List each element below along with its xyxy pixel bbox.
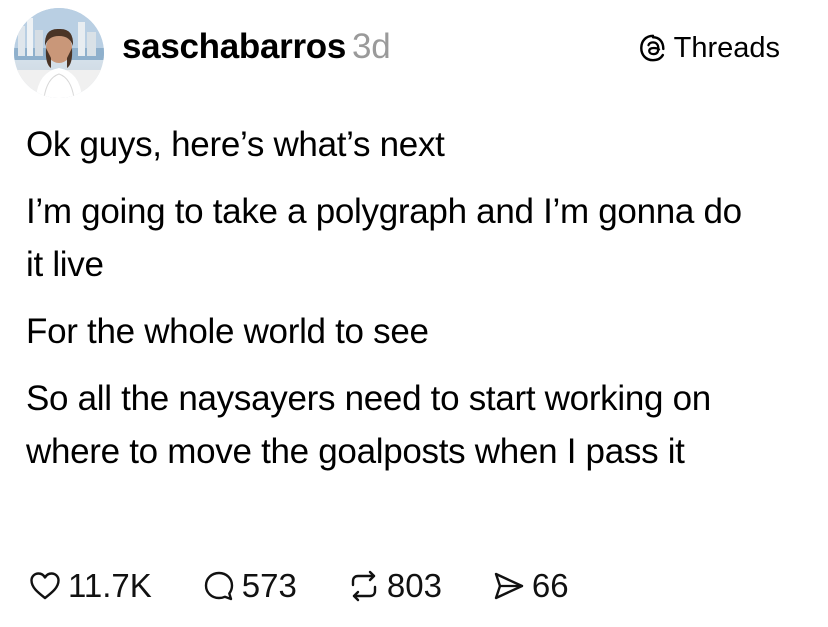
post-paragraph-3: For the whole world to see <box>26 312 429 351</box>
post-paragraph-4: So all the naysayers need to start worki… <box>26 379 711 471</box>
brand-label: Threads <box>673 32 780 64</box>
post-time: 3d <box>352 27 391 66</box>
threads-post-card: saschabarros 3d Threads Ok guys, here’s w… <box>0 0 828 627</box>
username[interactable]: saschabarros <box>122 27 346 66</box>
comment-icon <box>204 571 233 601</box>
send-icon <box>494 572 524 600</box>
repost-icon <box>351 570 377 602</box>
share-button[interactable]: 66 <box>492 564 569 608</box>
post-paragraph-1: Ok guys, here’s what’s next <box>26 125 445 164</box>
post-body: Ok guys, here’s what’s next I’m going to… <box>26 118 806 492</box>
threads-icon <box>639 34 665 62</box>
post-header: saschabarros 3d <box>122 25 391 69</box>
avatar[interactable] <box>14 8 104 98</box>
like-count: 11.7K <box>68 567 152 604</box>
profile-photo <box>14 8 104 98</box>
like-button[interactable]: 11.7K <box>28 564 152 608</box>
share-count: 66 <box>531 567 569 604</box>
post-actions: 11.7K 573 803 66 <box>28 564 619 608</box>
reply-count: 573 <box>241 567 297 604</box>
threads-brand: Threads <box>638 30 780 66</box>
post-paragraph-2: I’m going to take a polygraph and I’m go… <box>26 192 742 284</box>
heart-icon <box>30 572 60 600</box>
reply-button[interactable]: 573 <box>202 564 297 608</box>
repost-button[interactable]: 803 <box>347 564 442 608</box>
repost-count: 803 <box>386 567 442 604</box>
